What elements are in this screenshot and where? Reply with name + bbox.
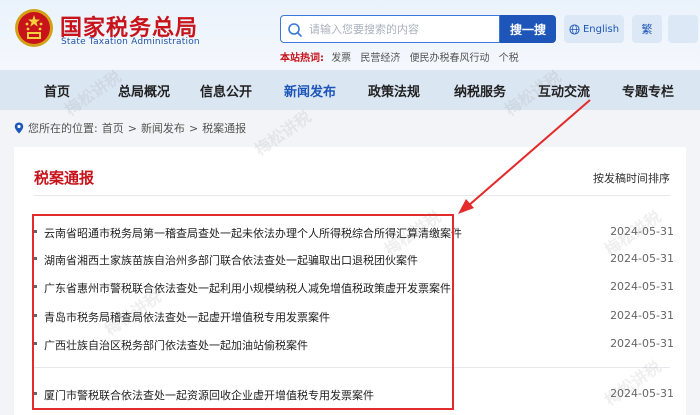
english-button[interactable]: English: [564, 15, 624, 43]
search-icon: [288, 23, 302, 37]
breadcrumb-news[interactable]: 新闻发布: [141, 120, 185, 136]
divider: [34, 195, 670, 196]
english-label: English: [582, 23, 620, 35]
traditional-label: 繁: [641, 23, 653, 36]
hot-word-item[interactable]: 发票: [331, 53, 351, 64]
hot-words: 本站热词: 发票 民营经济 便民办税春风行动 个税: [280, 49, 525, 64]
search-button[interactable]: 搜一搜: [500, 15, 556, 43]
list-item-date: 2024-05-31: [610, 337, 674, 350]
nav-item-topics[interactable]: 专题专栏: [622, 81, 674, 100]
breadcrumb-separator: >: [188, 121, 199, 135]
search-input[interactable]: [309, 19, 495, 39]
hot-words-label: 本站热词:: [280, 53, 324, 64]
nav-item-disclosure[interactable]: 信息公开: [200, 81, 252, 100]
nav-item-news[interactable]: 新闻发布: [284, 81, 336, 100]
nav-item-policy[interactable]: 政策法规: [368, 81, 420, 100]
national-emblem-icon[interactable]: [14, 8, 54, 48]
location-pin-icon: [14, 122, 24, 134]
hot-word-item[interactable]: 民营经济: [360, 53, 400, 64]
search-box: [280, 15, 500, 43]
list-item-date: 2024-05-31: [610, 309, 674, 322]
globe-icon: [569, 23, 580, 35]
list-item-date: 2024-05-31: [610, 280, 674, 293]
accessibility-button[interactable]: [668, 15, 698, 43]
sort-by-date-link[interactable]: 按发稿时间排序: [593, 170, 670, 186]
nav-item-service[interactable]: 纳税服务: [454, 81, 506, 100]
breadcrumb-prefix: 您所在的位置:: [28, 122, 98, 135]
breadcrumb-home[interactable]: 首页: [102, 120, 124, 136]
site-subtitle: State Taxation Administration: [61, 37, 200, 47]
breadcrumb-separator: >: [127, 121, 137, 135]
hot-word-item[interactable]: 个税: [499, 53, 519, 64]
hot-word-item[interactable]: 便民办税春风行动: [410, 53, 490, 64]
traditional-chinese-button[interactable]: 繁: [632, 15, 662, 43]
nav-item-overview[interactable]: 总局概况: [118, 81, 170, 100]
breadcrumb-current[interactable]: 税案通报: [202, 120, 246, 136]
page-title: 税案通报: [34, 169, 95, 187]
breadcrumb: 您所在的位置: 首页 > 新闻发布 > 税案通报: [14, 120, 246, 136]
